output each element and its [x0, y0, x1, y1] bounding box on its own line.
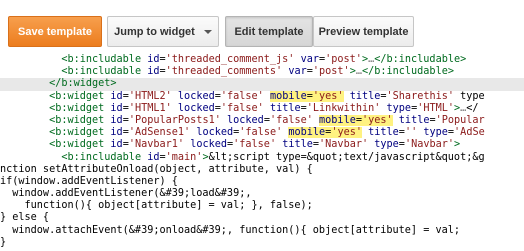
save-template-button[interactable]: Save template — [8, 16, 102, 47]
edit-template-button[interactable]: Edit template — [225, 16, 313, 47]
code-line[interactable]: <b:widget id='PopularPosts1' locked='fal… — [0, 114, 524, 127]
template-toolbar: Save template Jump to widget Edit templa… — [0, 0, 524, 54]
jump-to-widget-button[interactable]: Jump to widget — [107, 16, 219, 47]
code-line[interactable]: <b:widget id='AdSense1' locked='false' m… — [0, 127, 524, 139]
code-line[interactable]: </b:widget> — [0, 78, 524, 91]
code-line[interactable]: if(window.addEventListener) { — [0, 176, 524, 188]
code-line[interactable]: <b:includable id='threaded_comments' var… — [0, 66, 524, 78]
code-line[interactable]: window.addEventListener(&#39;load&#39;, — [0, 188, 524, 200]
code-line[interactable]: window.attachEvent(&#39;onload&#39;, fun… — [0, 225, 524, 237]
chevron-down-icon — [203, 29, 212, 34]
code-line[interactable]: <b:widget id='HTML2' locked='false' mobi… — [0, 90, 524, 103]
code-line[interactable]: <b:includable id='main'>&lt;script type=… — [0, 152, 524, 164]
preview-template-button[interactable]: Preview template — [313, 16, 414, 47]
code-line[interactable]: <b:includable id='threaded_comment_js' v… — [0, 54, 524, 66]
code-line[interactable]: nction setAttributeOnload(object, attrib… — [0, 164, 524, 176]
code-line[interactable]: } else { — [0, 212, 524, 224]
code-line[interactable]: } — [0, 237, 524, 249]
code-line[interactable]: function(){ object[attribute] = val; }, … — [0, 200, 524, 212]
code-line[interactable]: <b:widget id='HTML1' locked='false' titl… — [0, 103, 524, 115]
jump-to-widget-label: Jump to widget — [114, 25, 195, 38]
code-editor[interactable]: <b:includable id='threaded_comment_js' v… — [0, 54, 524, 251]
code-line[interactable]: <b:widget id='Navbar1' locked='false' ti… — [0, 139, 524, 151]
